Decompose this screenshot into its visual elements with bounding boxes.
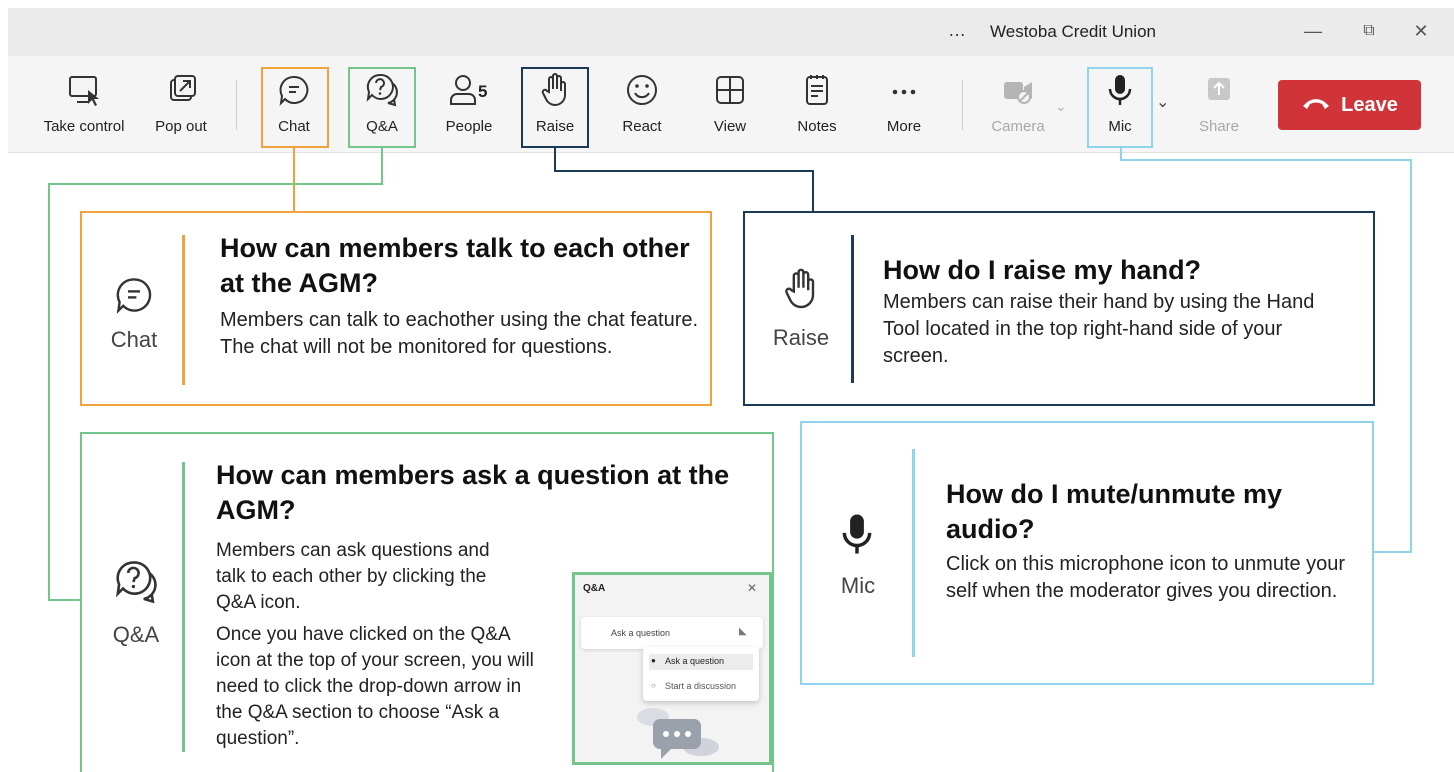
notes-button[interactable]: Notes	[786, 66, 848, 146]
smiley-icon	[610, 70, 674, 114]
raise-connector	[812, 170, 814, 212]
mic-connector	[1372, 551, 1412, 553]
qa-option-discussion[interactable]: ○ Start a discussion	[649, 679, 753, 695]
maximize-button[interactable]: ⧉	[1354, 16, 1384, 46]
qa-dropdown-icon[interactable]: ◣	[739, 626, 747, 637]
close-button[interactable]: ✕	[1406, 16, 1436, 46]
raise-card-heading: How do I raise my hand?	[883, 255, 1202, 285]
qa-card-divider	[182, 462, 185, 752]
raise-hand-icon	[777, 265, 825, 318]
toolbar-divider	[236, 80, 237, 130]
raise-card-label: Raise	[772, 325, 830, 350]
camera-off-icon	[984, 70, 1052, 114]
chat-bubbles-illustration-icon	[631, 699, 721, 762]
raise-connector	[554, 148, 556, 172]
mic-dropdown-chevron-icon[interactable]: ⌄	[1156, 92, 1169, 112]
qa-connector	[381, 148, 383, 184]
more-options-icon[interactable]: …	[948, 20, 967, 41]
qa-connector	[48, 183, 50, 601]
minimize-button[interactable]: —	[1298, 16, 1328, 46]
people-count: 5	[478, 82, 488, 101]
raise-connector	[554, 170, 814, 172]
discussion-icon: ○	[651, 681, 656, 690]
qa-icon	[110, 556, 162, 613]
chat-card-body: Members can talk to eachother using the …	[220, 309, 699, 358]
title-bar: … Westoba Credit Union — ⧉ ✕	[8, 8, 1454, 56]
qa-question-box[interactable]: Ask a question ◣	[581, 617, 763, 649]
pop-out-button[interactable]: Pop out	[146, 66, 216, 146]
mic-card-divider	[912, 449, 915, 657]
grid-view-icon	[698, 70, 762, 114]
mic-connector	[1120, 159, 1412, 161]
chat-highlight	[261, 67, 329, 148]
qa-panel-close-icon[interactable]: ✕	[747, 581, 757, 595]
qa-connector	[48, 599, 82, 601]
qa-option-ask[interactable]: ● Ask a question	[649, 654, 753, 670]
react-button[interactable]: React	[610, 66, 674, 146]
microphone-icon	[834, 509, 880, 564]
view-button[interactable]: View	[698, 66, 762, 146]
phone-hangup-icon	[1301, 94, 1331, 117]
camera-dropdown-chevron-icon[interactable]: ⌄	[1055, 98, 1067, 115]
chat-connector	[293, 148, 295, 212]
qa-panel-title: Q&A	[583, 583, 606, 594]
raise-info-card: Raise How do I raise my hand? Members ca…	[743, 211, 1375, 406]
chat-card-label: Chat	[110, 327, 158, 352]
more-icon	[872, 70, 936, 114]
raise-highlight	[521, 67, 589, 148]
notes-icon	[786, 70, 848, 114]
qa-card-heading: How can members ask a question at the AG…	[216, 460, 730, 525]
share-icon	[1190, 70, 1248, 114]
leave-button[interactable]: Leave	[1278, 80, 1421, 130]
window-title: Westoba Credit Union	[990, 22, 1156, 41]
chat-info-card: Chat How can members talk to each other …	[80, 211, 712, 406]
qa-highlight	[348, 67, 416, 148]
people-button[interactable]: People	[436, 66, 502, 146]
chat-card-divider	[182, 235, 185, 385]
camera-button[interactable]: Camera	[984, 66, 1052, 146]
qa-connector	[48, 183, 383, 185]
qa-panel-screenshot: Q&A ✕ Ask a question ◣ ● Ask a question …	[572, 572, 772, 765]
qa-card-label: Q&A	[112, 622, 160, 647]
qa-card-body-2: Once you have clicked on the Q&A icon at…	[216, 624, 534, 749]
toolbar-divider	[962, 80, 963, 130]
raise-card-body: Members can raise their hand by using th…	[883, 291, 1315, 367]
mic-highlight	[1087, 67, 1153, 148]
share-button[interactable]: Share	[1190, 66, 1248, 146]
mic-connector	[1410, 159, 1412, 553]
more-button[interactable]: More	[872, 66, 936, 146]
mic-card-body: Click on this microphone icon to unmute …	[946, 553, 1346, 602]
pop-out-icon	[146, 70, 216, 114]
chat-card-heading: How can members talk to each other at th…	[220, 233, 690, 298]
chat-icon	[110, 271, 158, 324]
mic-info-card: Mic How do I mute/unmute my audio? Click…	[800, 421, 1374, 685]
mic-card-heading: How do I mute/unmute my audio?	[946, 479, 1283, 544]
take-control-icon	[36, 70, 132, 114]
ask-question-icon: ●	[651, 656, 656, 665]
qa-card-body-1: Members can ask questions and talk to ea…	[216, 540, 490, 613]
take-control-button[interactable]: Take control	[36, 66, 132, 146]
mic-card-label: Mic	[840, 573, 876, 598]
qa-dropdown-menu: ● Ask a question ○ Start a discussion	[643, 647, 759, 701]
qa-question-placeholder: Ask a question	[611, 628, 671, 638]
raise-card-divider	[851, 235, 854, 383]
people-icon	[436, 70, 502, 114]
